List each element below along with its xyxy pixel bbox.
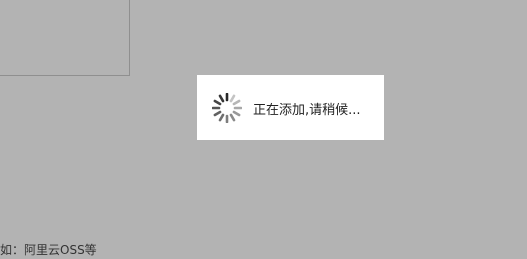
spinner-spoke [232,110,241,117]
spinner-spoke [232,99,241,106]
loading-dialog: 正在添加,请稍候... [197,75,384,140]
spinner-spoke [213,99,222,106]
spinner-spoke [218,113,225,122]
background-panel [0,0,130,76]
spinner-spoke [229,94,236,103]
spinner-spoke [213,110,222,117]
loading-message: 正在添加,请稍候... [253,103,361,118]
spinner-spoke [218,94,225,103]
footer-hint-text: 如：阿里云OSS等 [0,243,97,257]
loading-spinner-icon [212,93,242,123]
spinner-spoke [229,113,236,122]
